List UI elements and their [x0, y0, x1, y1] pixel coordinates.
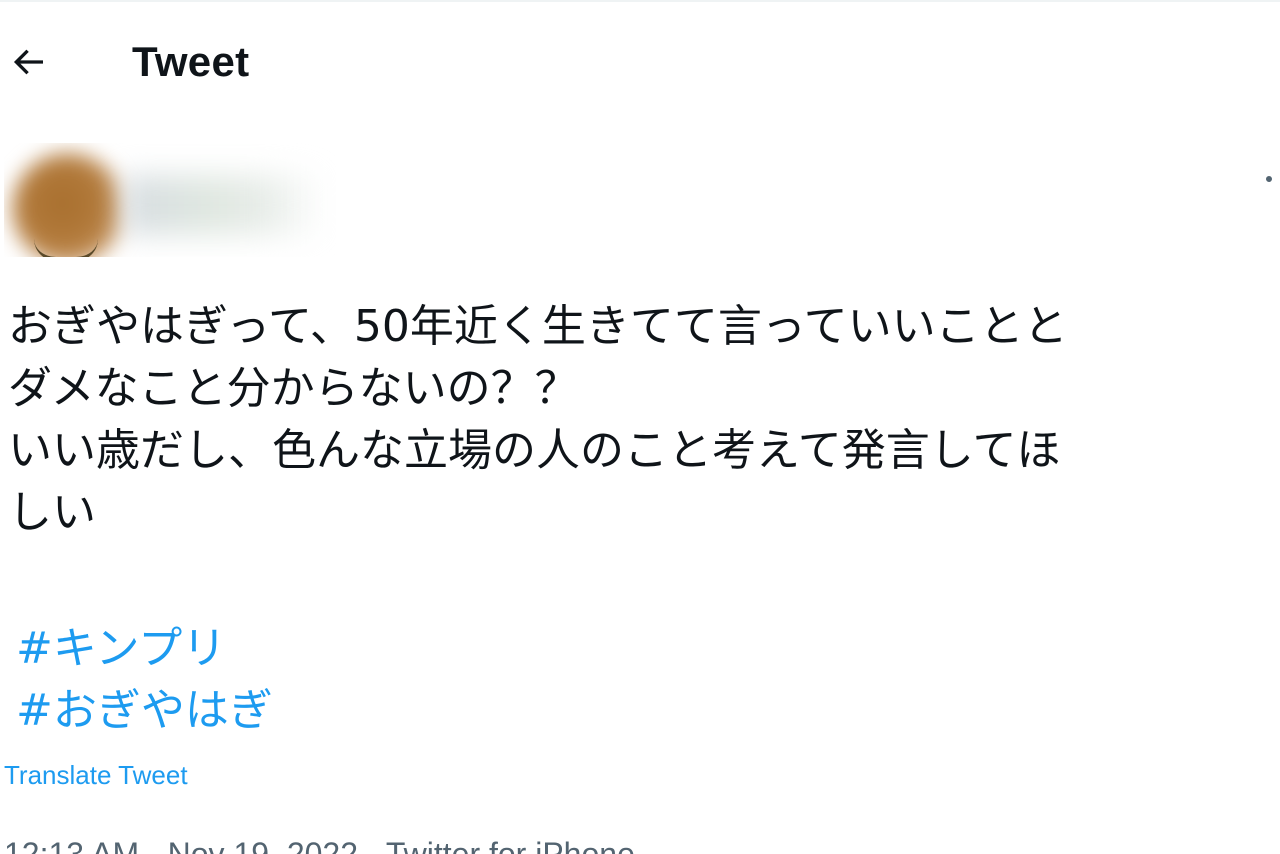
author-name-redacted	[124, 175, 324, 235]
tweet-date[interactable]: Nov 19, 2022	[168, 836, 358, 854]
hashtag-link[interactable]: #おぎやはぎ	[16, 680, 273, 742]
meta-separator: ·	[366, 836, 378, 854]
meta-separator: ·	[148, 836, 159, 854]
tweet-text: おぎやはぎって、50年近く生きてて言っていいことと ダメなこと分からないの？？ …	[8, 301, 1068, 538]
arrow-left-icon	[13, 49, 44, 75]
back-button[interactable]	[4, 38, 52, 86]
tweet-time[interactable]: 12:13 AM	[4, 836, 139, 854]
avatar-edge	[34, 239, 98, 257]
tweet-metadata: 12:13 AM · Nov 19, 2022 · Twitter for iP…	[4, 832, 635, 854]
more-options-button[interactable]	[1258, 166, 1278, 194]
author-info-redacted[interactable]	[4, 143, 336, 257]
tweet-source[interactable]: Twitter for iPhone	[386, 836, 635, 854]
translate-tweet-link[interactable]: Translate Tweet	[4, 757, 188, 793]
page-header: Tweet	[0, 0, 1280, 120]
hashtag-link[interactable]: #キンプリ	[16, 618, 273, 680]
hashtag-list: #キンプリ #おぎやはぎ	[16, 618, 273, 742]
page-title: Tweet	[132, 38, 250, 85]
more-icon	[1266, 176, 1272, 182]
